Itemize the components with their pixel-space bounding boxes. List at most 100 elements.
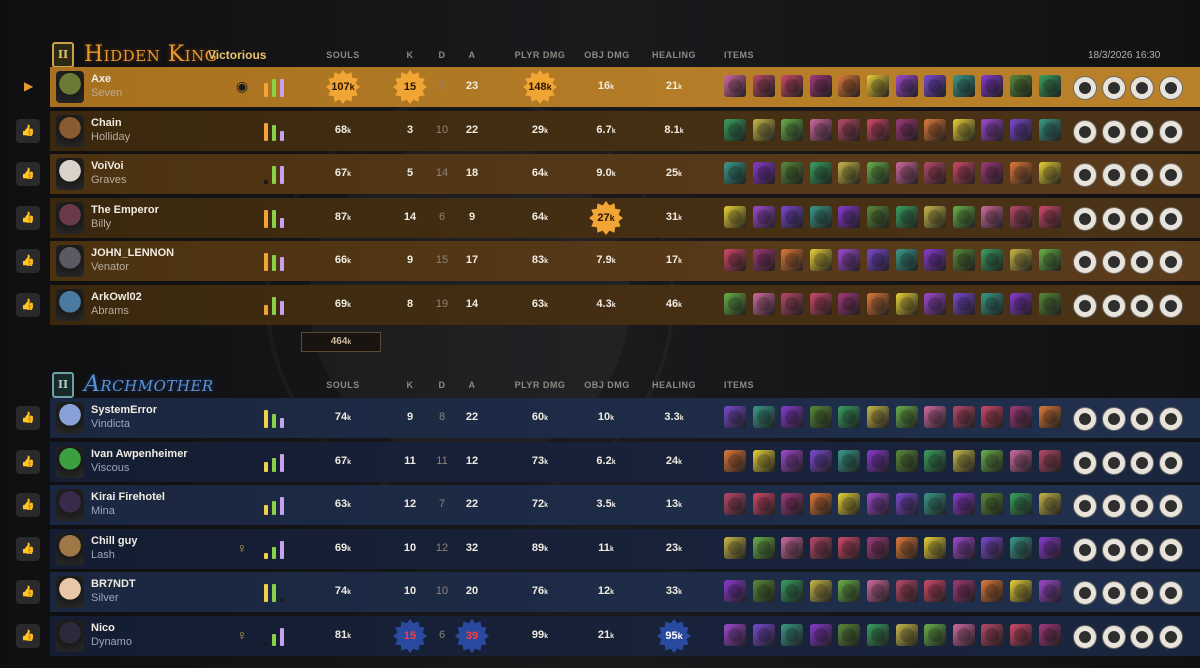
- item-slot-icon[interactable]: [981, 205, 1004, 228]
- item-slot-icon[interactable]: [1038, 75, 1061, 97]
- ability-icon[interactable]: [1101, 494, 1126, 519]
- item-slot-icon[interactable]: [781, 624, 804, 646]
- item-slot-icon[interactable]: [1038, 406, 1061, 428]
- thumbs-up-icon[interactable]: 👍: [16, 162, 40, 187]
- thumbs-up-icon[interactable]: 👍: [16, 580, 40, 605]
- ability-icon[interactable]: [1101, 250, 1126, 275]
- item-slot-icon[interactable]: [809, 293, 832, 315]
- item-slot-icon[interactable]: [981, 493, 1004, 516]
- item-slot-icon[interactable]: [809, 118, 832, 141]
- thumbs-up-icon[interactable]: 👍: [16, 249, 40, 274]
- item-slot-icon[interactable]: [724, 162, 746, 185]
- item-slot-icon[interactable]: [838, 580, 861, 603]
- ability-icon[interactable]: [1130, 163, 1154, 188]
- player-name[interactable]: Axe: [91, 73, 111, 85]
- column-header-a[interactable]: A: [462, 50, 482, 60]
- thumbs-up-icon[interactable]: 👍: [16, 536, 40, 561]
- hero-portrait[interactable]: [56, 489, 84, 522]
- item-slot-icon[interactable]: [724, 624, 746, 646]
- item-slot-icon[interactable]: [952, 118, 975, 141]
- player-row[interactable]: 👍 Chill guy Lash ♀ 69k 10 12 32 89k 11k 23k: [16, 528, 1200, 569]
- item-slot-icon[interactable]: [838, 624, 861, 646]
- ability-icon[interactable]: [1158, 450, 1183, 475]
- item-slot-icon[interactable]: [895, 580, 918, 603]
- item-slot-icon[interactable]: [895, 162, 918, 185]
- ability-icon[interactable]: [1073, 76, 1097, 100]
- item-slot-icon[interactable]: [752, 580, 775, 603]
- item-slot-icon[interactable]: [809, 75, 832, 97]
- item-slot-icon[interactable]: [781, 406, 804, 428]
- item-slot-icon[interactable]: [867, 249, 889, 272]
- player-name[interactable]: The Emperor: [91, 204, 159, 216]
- item-slot-icon[interactable]: [952, 493, 975, 516]
- ability-icon[interactable]: [1101, 294, 1126, 318]
- item-slot-icon[interactable]: [952, 580, 975, 603]
- item-slot-icon[interactable]: [1010, 624, 1032, 646]
- item-slot-icon[interactable]: [1010, 75, 1032, 97]
- item-slot-icon[interactable]: [752, 449, 775, 472]
- ability-icon[interactable]: [1158, 407, 1183, 431]
- item-slot-icon[interactable]: [1038, 249, 1061, 272]
- column-header-obj[interactable]: OBJ DMG: [576, 50, 638, 60]
- item-slot-icon[interactable]: [724, 205, 746, 228]
- item-slot-icon[interactable]: [781, 162, 804, 185]
- item-slot-icon[interactable]: [952, 162, 975, 185]
- item-slot-icon[interactable]: [752, 75, 775, 97]
- column-header-k[interactable]: K: [400, 50, 420, 60]
- item-slot-icon[interactable]: [867, 580, 889, 603]
- column-header-d[interactable]: D: [432, 50, 452, 60]
- ability-icon[interactable]: [1130, 407, 1154, 431]
- item-slot-icon[interactable]: [809, 449, 832, 472]
- item-slot-icon[interactable]: [752, 624, 775, 646]
- item-slot-icon[interactable]: [781, 493, 804, 516]
- thumbs-up-icon[interactable]: 👍: [16, 493, 40, 518]
- ability-icon[interactable]: [1073, 250, 1097, 275]
- item-slot-icon[interactable]: [1010, 493, 1032, 516]
- item-slot-icon[interactable]: [924, 293, 947, 315]
- item-slot-icon[interactable]: [752, 536, 775, 559]
- item-slot-icon[interactable]: [781, 536, 804, 559]
- ability-icon[interactable]: [1130, 250, 1154, 275]
- item-slot-icon[interactable]: [1010, 580, 1032, 603]
- item-slot-icon[interactable]: [809, 162, 832, 185]
- item-slot-icon[interactable]: [981, 162, 1004, 185]
- ability-icon[interactable]: [1073, 450, 1097, 475]
- hero-portrait[interactable]: [56, 289, 84, 321]
- item-slot-icon[interactable]: [781, 580, 804, 603]
- thumbs-up-icon[interactable]: 👍: [16, 624, 40, 648]
- item-slot-icon[interactable]: [924, 449, 947, 472]
- ability-icon[interactable]: [1158, 625, 1183, 649]
- item-slot-icon[interactable]: [981, 449, 1004, 472]
- item-slot-icon[interactable]: [1038, 449, 1061, 472]
- item-slot-icon[interactable]: [1010, 293, 1032, 315]
- hero-portrait[interactable]: [56, 245, 84, 278]
- ability-icon[interactable]: [1130, 625, 1154, 649]
- column-header-a[interactable]: A: [462, 380, 482, 390]
- item-slot-icon[interactable]: [867, 75, 889, 97]
- item-slot-icon[interactable]: [895, 205, 918, 228]
- column-header-plyr[interactable]: PLYR DMG: [506, 380, 574, 390]
- item-slot-icon[interactable]: [752, 205, 775, 228]
- ability-icon[interactable]: [1158, 119, 1183, 144]
- column-header-heal[interactable]: HEALING: [646, 50, 702, 60]
- player-name[interactable]: Nico: [91, 622, 115, 634]
- ability-icon[interactable]: [1101, 581, 1126, 606]
- player-row[interactable]: 👍 Kirai Firehotel Mina 63k 12 7 22 72k 3.5k 13k: [16, 485, 1200, 526]
- player-name[interactable]: VoiVoi: [91, 160, 124, 172]
- column-header-obj[interactable]: OBJ DMG: [576, 380, 638, 390]
- item-slot-icon[interactable]: [981, 118, 1004, 141]
- item-slot-icon[interactable]: [838, 205, 861, 228]
- item-slot-icon[interactable]: [1010, 449, 1032, 472]
- item-slot-icon[interactable]: [752, 406, 775, 428]
- item-slot-icon[interactable]: [1038, 580, 1061, 603]
- item-slot-icon[interactable]: [895, 118, 918, 141]
- item-slot-icon[interactable]: [809, 406, 832, 428]
- item-slot-icon[interactable]: [809, 624, 832, 646]
- ability-icon[interactable]: [1158, 206, 1183, 231]
- item-slot-icon[interactable]: [781, 75, 804, 97]
- item-slot-icon[interactable]: [1038, 118, 1061, 141]
- player-row[interactable]: 👍 SystemError Vindicta 74k 9 8 22 60k 10k 3.3k: [16, 398, 1200, 438]
- ability-icon[interactable]: [1073, 537, 1097, 562]
- hero-portrait[interactable]: [56, 620, 84, 652]
- ability-icon[interactable]: [1101, 625, 1126, 649]
